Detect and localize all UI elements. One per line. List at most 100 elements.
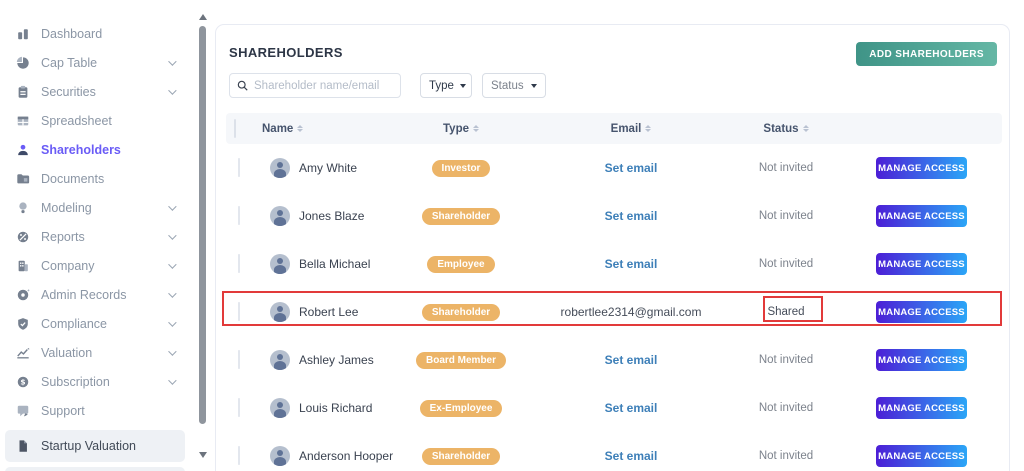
row-checkbox[interactable] bbox=[238, 254, 240, 273]
manage-access-button[interactable]: MANAGE ACCESS bbox=[876, 445, 967, 467]
sort-icon[interactable] bbox=[473, 125, 479, 132]
records-disc-icon bbox=[15, 287, 30, 302]
table-row: Bella Michael Employee Set email Not inv… bbox=[226, 240, 1002, 288]
row-checkbox[interactable] bbox=[238, 398, 240, 417]
type-badge: Shareholder bbox=[421, 303, 501, 321]
shareholder-name: Ashley James bbox=[299, 353, 374, 367]
avatar bbox=[270, 350, 290, 370]
type-filter-dropdown[interactable]: Type bbox=[420, 73, 472, 98]
sidebar-item-documents[interactable]: Documents bbox=[0, 164, 190, 193]
row-checkbox[interactable] bbox=[238, 302, 240, 321]
sidebar-item-label: Shareholders bbox=[41, 142, 121, 157]
sort-icon[interactable] bbox=[645, 125, 652, 132]
row-checkbox[interactable] bbox=[238, 446, 240, 465]
set-email-link[interactable]: Set email bbox=[605, 257, 658, 271]
set-email-link[interactable]: Set email bbox=[605, 449, 658, 463]
sidebar-item-label: Documents bbox=[41, 171, 105, 186]
type-badge: Ex-Employee bbox=[419, 399, 503, 417]
sidebar-item-label: Company bbox=[41, 258, 95, 273]
select-all-checkbox[interactable] bbox=[234, 118, 236, 138]
column-header-status[interactable]: Status bbox=[726, 123, 846, 135]
scroll-up-arrow-icon[interactable] bbox=[199, 14, 207, 20]
manage-access-button[interactable]: MANAGE ACCESS bbox=[876, 397, 967, 419]
manage-access-button[interactable]: MANAGE ACCESS bbox=[876, 253, 967, 275]
shield-check-icon bbox=[15, 316, 30, 331]
type-filter-label: Type bbox=[429, 79, 454, 92]
sidebar-item-subscription[interactable]: $ Subscription bbox=[0, 367, 190, 396]
sort-icon[interactable] bbox=[297, 125, 304, 132]
sidebar-item-modeling[interactable]: Modeling bbox=[0, 193, 190, 222]
status-text: Not invited bbox=[758, 450, 814, 462]
column-header-email[interactable]: Email bbox=[536, 123, 726, 135]
set-email-link[interactable]: Set email bbox=[605, 209, 658, 223]
sidebar-item-admin-records[interactable]: Admin Records bbox=[0, 280, 190, 309]
report-pie-icon bbox=[15, 229, 30, 244]
lightbulb-icon bbox=[15, 200, 30, 215]
row-checkbox[interactable] bbox=[238, 158, 240, 177]
scrollbar-thumb[interactable] bbox=[199, 26, 206, 424]
type-badge: Shareholder bbox=[421, 207, 501, 225]
manage-access-button[interactable]: MANAGE ACCESS bbox=[876, 301, 967, 323]
sidebar-item-label: Startup Valuation bbox=[41, 439, 136, 453]
sort-icon[interactable] bbox=[802, 125, 809, 132]
set-email-link[interactable]: Set email bbox=[605, 161, 658, 175]
caret-down-icon bbox=[531, 83, 537, 88]
row-checkbox[interactable] bbox=[238, 350, 240, 369]
manage-access-button[interactable]: MANAGE ACCESS bbox=[876, 157, 967, 179]
sidebar-item-startup-valuation[interactable]: Startup Valuation bbox=[5, 430, 185, 462]
chevron-down-icon bbox=[168, 288, 177, 298]
type-badge: Board Member bbox=[415, 351, 506, 369]
sidebar-item-dashboard[interactable]: Dashboard bbox=[0, 19, 190, 48]
chart-up-icon bbox=[15, 345, 30, 360]
shareholders-page: Dashboard Cap Table Securities Spreadshe… bbox=[0, 0, 1024, 471]
sidebar-item-securities[interactable]: Securities bbox=[0, 77, 190, 106]
search-input[interactable] bbox=[254, 79, 393, 92]
sidebar-item-compliance[interactable]: Compliance bbox=[0, 309, 190, 338]
shareholder-name: Louis Richard bbox=[299, 401, 373, 415]
add-shareholders-button[interactable]: ADD SHAREHOLDERS bbox=[856, 42, 997, 66]
search-icon bbox=[237, 80, 248, 91]
sidebar-next-item-partial bbox=[5, 467, 185, 471]
sidebar-item-reports[interactable]: Reports bbox=[0, 222, 190, 251]
sidebar-item-shareholders[interactable]: Shareholders bbox=[0, 135, 190, 164]
svg-text:$: $ bbox=[20, 377, 25, 386]
shareholder-name: Robert Lee bbox=[299, 305, 359, 319]
column-header-name[interactable]: Name bbox=[262, 123, 386, 135]
column-header-type[interactable]: Type bbox=[386, 123, 536, 135]
shareholder-name: Jones Blaze bbox=[299, 209, 365, 223]
avatar bbox=[270, 254, 290, 274]
sidebar-scrollbar[interactable] bbox=[198, 0, 208, 471]
sidebar-item-company[interactable]: Company bbox=[0, 251, 190, 280]
sidebar-item-cap-table[interactable]: Cap Table bbox=[0, 48, 190, 77]
row-checkbox[interactable] bbox=[238, 206, 240, 225]
building-icon bbox=[15, 258, 30, 273]
table-row: Louis Richard Ex-Employee Set email Not … bbox=[226, 384, 1002, 432]
type-badge: Shareholder bbox=[421, 447, 501, 465]
shareholders-panel: SHAREHOLDERS ADD SHAREHOLDERS Type Statu… bbox=[215, 24, 1010, 471]
shareholder-name: Anderson Hooper bbox=[299, 449, 394, 463]
table-row: Jones Blaze Shareholder Set email Not in… bbox=[226, 192, 1002, 240]
sidebar-item-label: Subscription bbox=[41, 374, 110, 389]
bar-chart-icon bbox=[15, 26, 30, 41]
scroll-down-arrow-icon[interactable] bbox=[199, 452, 207, 458]
set-email-link[interactable]: Set email bbox=[605, 401, 658, 415]
sidebar-item-valuation[interactable]: Valuation bbox=[0, 338, 190, 367]
status-filter-dropdown[interactable]: Status bbox=[482, 73, 546, 98]
shareholder-name: Bella Michael bbox=[299, 257, 371, 271]
chevron-down-icon bbox=[168, 259, 177, 269]
manage-access-button[interactable]: MANAGE ACCESS bbox=[876, 349, 967, 371]
sidebar-item-label: Valuation bbox=[41, 345, 93, 360]
dollar-circle-icon: $ bbox=[15, 374, 30, 389]
sidebar-item-spreadsheet[interactable]: Spreadsheet bbox=[0, 106, 190, 135]
type-badge: Employee bbox=[427, 255, 495, 273]
search-box[interactable] bbox=[229, 73, 401, 98]
avatar bbox=[270, 446, 290, 466]
set-email-link[interactable]: Set email bbox=[605, 353, 658, 367]
sidebar-item-support[interactable]: Support bbox=[0, 396, 190, 425]
type-badge: Investor bbox=[431, 159, 491, 177]
clipboard-icon bbox=[15, 84, 30, 99]
manage-access-button[interactable]: MANAGE ACCESS bbox=[876, 205, 967, 227]
status-text: Not invited bbox=[758, 402, 814, 414]
avatar bbox=[270, 206, 290, 226]
chevron-down-icon bbox=[168, 85, 177, 95]
